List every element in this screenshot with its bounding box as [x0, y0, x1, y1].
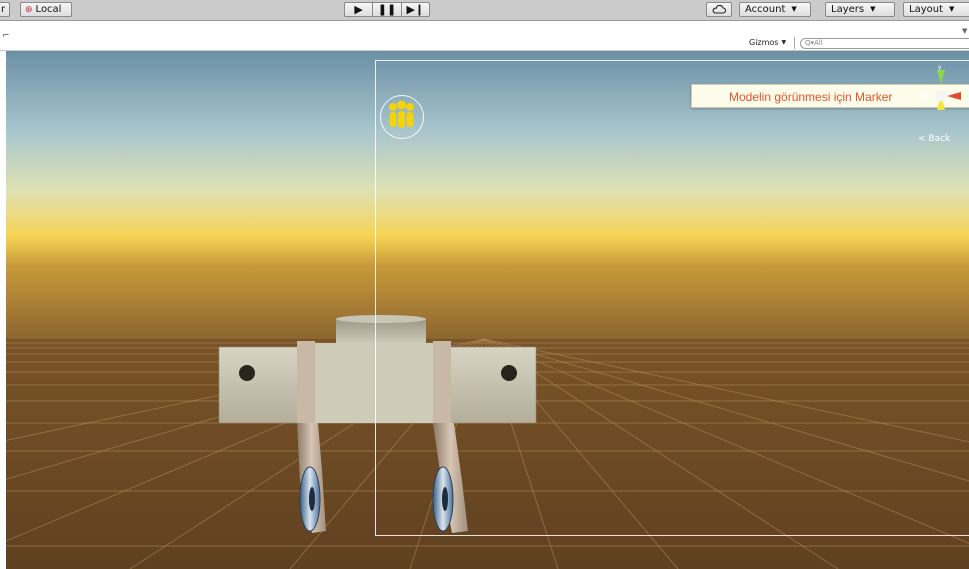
pivot-toggle-button[interactable]: r	[0, 2, 10, 17]
svg-text:y: y	[938, 64, 942, 71]
scene-view-bar: ⌐ Gizmos ▼ Q▾All ▼	[0, 21, 969, 51]
people-icon	[389, 100, 414, 128]
gizmos-label: Gizmos	[749, 38, 779, 47]
viewport-left-edge	[0, 51, 6, 569]
scene-search-input[interactable]: Q▾All	[800, 38, 969, 49]
local-icon: ⊛	[25, 5, 33, 15]
account-label: Account	[745, 4, 786, 15]
layout-dropdown[interactable]: Layout ▼	[903, 2, 969, 17]
layers-dropdown[interactable]: Layers ▼	[825, 2, 895, 17]
scene-orientation-gizmo-icon[interactable]: y	[921, 62, 961, 126]
marker-info-text: Modelin görünmesi için Marker	[729, 90, 893, 104]
chevron-down-icon: ▼	[791, 5, 797, 13]
gizmos-dropdown[interactable]: Gizmos ▼	[749, 38, 786, 47]
cloud-button[interactable]	[706, 2, 732, 17]
playback-controls: ▶ ❚❚ ▶❙	[344, 2, 430, 17]
back-label: < Back	[918, 134, 951, 144]
local-global-toggle-button[interactable]: ⊛ Local	[20, 2, 72, 17]
cloud-icon	[712, 4, 727, 14]
divider	[794, 37, 795, 49]
app-logo-icon[interactable]	[380, 95, 424, 139]
scene-bar-left-handle[interactable]: ⌐	[2, 31, 10, 41]
pause-button[interactable]: ❚❚	[372, 3, 400, 16]
back-button[interactable]: < Back	[918, 134, 950, 144]
chevron-down-icon: ▼	[870, 5, 876, 13]
play-button[interactable]: ▶	[345, 3, 372, 16]
search-placeholder: Q▾All	[805, 39, 823, 47]
local-label: Local	[35, 4, 62, 15]
canvas-frame-outline	[375, 60, 969, 536]
account-dropdown[interactable]: Account ▼	[739, 2, 811, 17]
step-button[interactable]: ▶❙	[400, 3, 429, 16]
pivot-label: r	[1, 4, 6, 15]
main-toolbar: r ⊛ Local ▶ ❚❚ ▶❙ Account ▼ Layers ▼ Layout…	[0, 0, 969, 21]
layout-label: Layout	[909, 4, 943, 15]
panel-menu-icon[interactable]: ▼	[962, 27, 967, 35]
chevron-down-icon: ▼	[949, 5, 955, 13]
chevron-down-icon: ▼	[781, 39, 787, 46]
layers-label: Layers	[831, 4, 865, 15]
